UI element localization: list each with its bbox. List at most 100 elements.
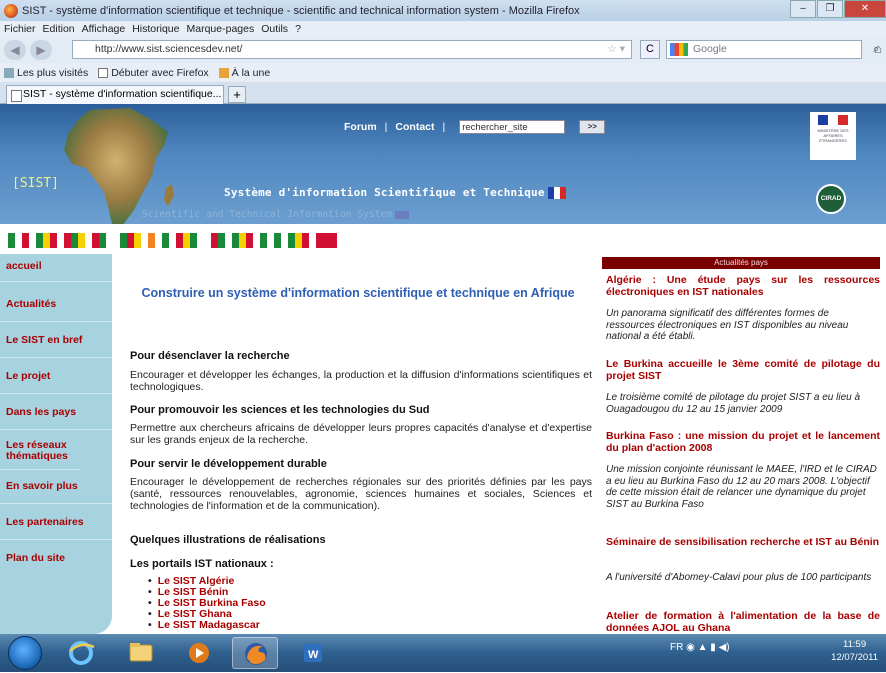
sidebar-item-plan-du-site[interactable]: Plan du site	[0, 552, 112, 576]
tab-strip: SIST - système d'information scientifiqu…	[0, 82, 886, 104]
page-title: Construire un système d'information scie…	[141, 286, 575, 300]
contact-link[interactable]: Contact	[395, 121, 434, 133]
flag-tunisia-icon[interactable]	[316, 233, 337, 248]
menu-edition[interactable]: Edition	[43, 23, 75, 35]
site-search-input[interactable]	[459, 120, 566, 134]
french-flag-icon[interactable]	[547, 187, 566, 199]
internet-explorer-icon[interactable]	[58, 637, 104, 669]
flag-algeria-icon[interactable]	[8, 233, 29, 248]
sidebar-item-actualites[interactable]: Actualités	[0, 298, 112, 322]
bookmark-getting-started[interactable]: Débuter avec Firefox	[98, 66, 209, 79]
word-icon[interactable]: W	[290, 637, 336, 669]
arrow-left-icon[interactable]: ◀	[4, 40, 26, 60]
site-banner: [SIST] Forum | Contact | >> Système d'in…	[0, 104, 886, 226]
news-body: A l'université d'Abomey-Calavi pour plus…	[606, 572, 872, 583]
section-heading: Les portails IST nationaux :	[130, 558, 274, 570]
forum-link[interactable]: Forum	[344, 121, 377, 133]
firefox-icon	[4, 3, 18, 18]
close-button[interactable]: ✕	[844, 0, 886, 18]
site-search-button[interactable]: >>	[579, 120, 606, 134]
media-player-icon[interactable]	[176, 637, 222, 669]
windows-taskbar: W FR ◉ ▲ ▮ ◀) 11:59 12/07/2011	[0, 634, 886, 672]
sidebar-item-reseaux[interactable]: Les réseaux thématiques	[0, 440, 80, 470]
menu-help[interactable]: ?	[295, 23, 301, 35]
flag-mali-icon[interactable]	[232, 233, 253, 248]
home-icon[interactable]: ⌂	[874, 41, 882, 56]
minimize-button[interactable]: –	[790, 0, 816, 18]
flag-cameroon-icon[interactable]	[120, 233, 141, 248]
window-titlebar: SIST - système d'information scientifiqu…	[0, 0, 886, 21]
web-page: [SIST] Forum | Contact | >> Système d'in…	[0, 104, 886, 634]
cirad-logo[interactable]: CIRAD	[816, 184, 846, 214]
system-clock[interactable]: 11:59 12/07/2011	[831, 638, 878, 664]
menu-fichier[interactable]: Fichier	[4, 23, 36, 35]
section-text: Encourager le développement de recherche…	[130, 476, 592, 512]
firefox-taskbar-icon[interactable]	[232, 637, 278, 669]
navigation-bar: ◀ ▶ http://www.sist.sciencesdev.net/ ☆ ▾…	[0, 37, 886, 63]
clock-time: 11:59	[843, 639, 867, 650]
news-title[interactable]: Atelier de formation à l'alimentation de…	[606, 610, 880, 634]
sidebar-item-partenaires[interactable]: Les partenaires	[0, 516, 112, 540]
google-icon	[670, 43, 688, 56]
bookmark-label: À la une	[231, 66, 271, 79]
menu-marque-pages[interactable]: Marque-pages	[187, 23, 255, 35]
explorer-folder-icon[interactable]	[118, 637, 164, 669]
news-header: Actualités pays	[602, 257, 880, 269]
flag-ghana-icon[interactable]	[176, 233, 197, 248]
bookmark-most-visited[interactable]: Les plus visités	[4, 67, 88, 79]
sidebar-item-en-savoir-plus[interactable]: En savoir plus	[0, 480, 112, 504]
url-text: http://www.sist.sciencesdev.net/	[95, 43, 243, 55]
site-title-en-text: Scientific and Technical Information Sys…	[142, 209, 393, 220]
ministry-label: MINISTÈRE DES AFFAIRES ÉTRANGÈRES	[817, 128, 849, 143]
flag-nigeria-icon[interactable]	[260, 233, 281, 248]
site-title-en: Scientific and Technical Information Sys…	[142, 209, 410, 220]
flag-ivory-coast-icon[interactable]	[148, 233, 169, 248]
news-title[interactable]: Algérie : Une étude pays sur les ressour…	[606, 274, 880, 298]
flag-burundi-icon[interactable]	[92, 233, 113, 248]
sidebar-item-dans-les-pays[interactable]: Dans les pays	[0, 406, 112, 430]
search-bar[interactable]: Google ⌕	[666, 40, 879, 59]
bookmark-news[interactable]: À la une	[218, 66, 271, 79]
bookmarks-bar: Les plus visités Débuter avec Firefox À …	[0, 63, 886, 82]
site-logo[interactable]: [SIST]	[12, 176, 59, 191]
star-icon[interactable]: ☆ ▾	[607, 41, 625, 58]
window-title: SIST - système d'information scientifiqu…	[22, 4, 580, 17]
new-tab-button[interactable]: +	[228, 86, 246, 103]
clock-date: 12/07/2011	[831, 652, 878, 663]
system-tray[interactable]: FR ◉ ▲ ▮ ◀)	[670, 642, 730, 653]
flag-senegal-icon[interactable]	[288, 233, 309, 248]
flag-burkina-icon[interactable]	[64, 233, 85, 248]
marianne-flag-icon	[818, 115, 848, 125]
language-indicator[interactable]: FR	[670, 642, 683, 653]
portal-link[interactable]: Le SIST Madagascar	[148, 620, 260, 631]
news-title[interactable]: Le Burkina accueille le 3ème comité de p…	[606, 358, 880, 382]
ministry-logo[interactable]: MINISTÈRE DES AFFAIRES ÉTRANGÈRES	[810, 112, 856, 160]
menu-outils[interactable]: Outils	[261, 23, 288, 35]
flag-benin-icon[interactable]	[36, 233, 57, 248]
site-title-fr: Système d'information Scientifique et Te…	[224, 186, 566, 199]
svg-text:W: W	[308, 649, 319, 661]
top-navigation: Forum | Contact | >>	[344, 120, 606, 134]
flag-madagascar-icon[interactable]	[204, 233, 225, 248]
section-heading: Pour promouvoir les sciences et les tech…	[130, 404, 430, 416]
page-icon	[98, 67, 109, 78]
sidebar-item-sist-en-bref[interactable]: Le SIST en bref	[0, 334, 112, 358]
start-button[interactable]	[8, 636, 42, 670]
section-heading: Pour désenclaver la recherche	[130, 350, 290, 362]
sidebar-item-projet[interactable]: Le projet	[0, 370, 112, 394]
news-body: Une mission conjointe réunissant le MAEE…	[606, 464, 877, 510]
arrow-right-icon[interactable]: ▶	[30, 40, 52, 60]
news-title[interactable]: Burkina Faso : une mission du projet et …	[606, 430, 880, 454]
tab-sist[interactable]: SIST - système d'information scientifiqu…	[6, 85, 224, 104]
reload-button[interactable]: C	[640, 40, 660, 59]
bookmark-icon	[4, 67, 14, 78]
sidebar-item-accueil[interactable]: accueil	[0, 260, 112, 282]
menu-historique[interactable]: Historique	[132, 23, 179, 35]
url-bar[interactable]: http://www.sist.sciencesdev.net/ ☆ ▾	[72, 40, 632, 59]
maximize-button[interactable]: ❐	[817, 0, 843, 18]
menu-affichage[interactable]: Affichage	[82, 23, 126, 35]
news-title[interactable]: Séminaire de sensibilisation recherche e…	[606, 536, 880, 548]
english-flag-icon[interactable]	[395, 210, 410, 219]
news-body: Un panorama significatif des différentes…	[606, 308, 849, 342]
bookmark-label: Débuter avec Firefox	[111, 66, 209, 79]
